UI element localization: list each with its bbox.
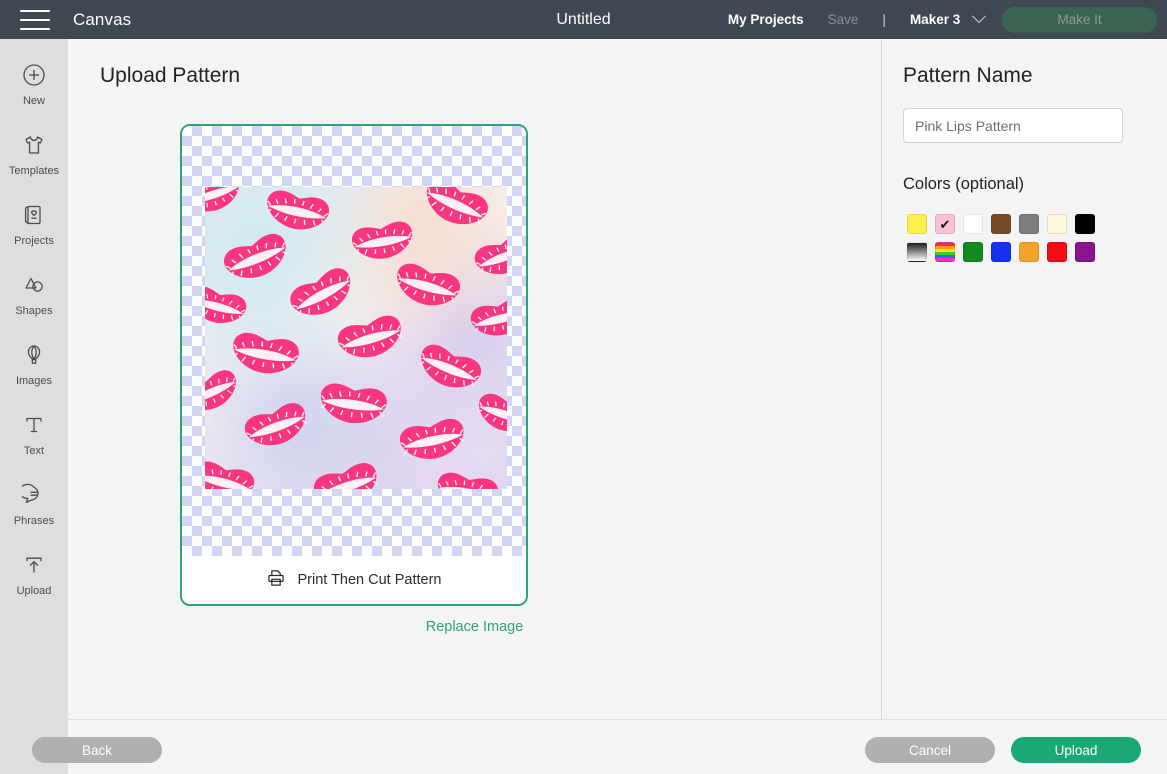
sidebar-item-upload[interactable]: Upload: [0, 539, 68, 609]
sidebar-item-label: New: [22, 95, 45, 107]
pattern-image: [205, 187, 507, 489]
swatch-cell: [959, 210, 987, 238]
color-swatch-white[interactable]: [963, 214, 983, 234]
color-swatch-black[interactable]: [1075, 214, 1095, 234]
right-panel: Pattern Name Colors (optional): [882, 39, 1167, 719]
swatch-cell: [1071, 238, 1099, 266]
replace-image-link[interactable]: Replace Image: [68, 619, 881, 635]
swatch-cell: [1015, 210, 1043, 238]
sidebar-item-label: Projects: [14, 235, 54, 247]
sidebar-item-projects[interactable]: Projects: [0, 189, 68, 259]
card-heart-icon: [22, 201, 46, 229]
machine-selector[interactable]: Maker 3: [909, 9, 987, 27]
text-t-icon: [22, 411, 46, 439]
swatch-cell: [1015, 238, 1043, 266]
tshirt-icon: [22, 131, 46, 159]
app-root: Canvas Untitled My Projects Save | Maker…: [0, 0, 1167, 774]
sidebar-item-label: Shapes: [15, 305, 53, 317]
top-header-bar: Canvas Untitled My Projects Save | Maker…: [0, 0, 1167, 39]
sidebar-item-label: Templates: [8, 165, 60, 177]
color-swatch-grid: [903, 210, 1103, 266]
color-swatch-yellow[interactable]: [907, 214, 927, 234]
color-swatch-pink[interactable]: [935, 214, 955, 234]
color-swatch-blue[interactable]: [991, 242, 1011, 262]
app-name-label: Canvas: [73, 9, 132, 29]
printer-icon: [266, 568, 286, 593]
sidebar-item-new[interactable]: New: [0, 49, 68, 119]
footer-bar: [68, 720, 1167, 774]
color-swatch-purple[interactable]: [1075, 242, 1095, 262]
left-sidebar: New Templates Projects Shapes Images Tex…: [0, 39, 68, 774]
colors-label: Colors (optional): [903, 175, 1025, 193]
cancel-button[interactable]: Cancel: [865, 737, 995, 763]
hamburger-icon[interactable]: [20, 9, 50, 30]
color-swatch-gray[interactable]: [1019, 214, 1039, 234]
color-swatch-orange[interactable]: [1019, 242, 1039, 262]
sidebar-item-images[interactable]: Images: [0, 329, 68, 399]
color-swatch-red[interactable]: [1047, 242, 1067, 262]
sidebar-item-label: Images: [15, 375, 53, 387]
sidebar-item-shapes[interactable]: Shapes: [0, 259, 68, 329]
hot-air-balloon-icon: [22, 341, 46, 369]
print-then-cut-label: Print Then Cut Pattern: [297, 572, 442, 588]
save-link[interactable]: Save: [828, 12, 859, 27]
swatch-cell: [903, 210, 931, 238]
swatch-cell: [931, 210, 959, 238]
page-title: Upload Pattern: [100, 64, 241, 87]
speech-bubble-icon: [22, 481, 46, 509]
swatch-cell: [987, 238, 1015, 266]
sidebar-item-templates[interactable]: Templates: [0, 119, 68, 189]
make-it-button[interactable]: Make It: [1002, 6, 1157, 33]
machine-label: Maker 3: [909, 12, 961, 27]
main-content: Upload Pattern Print Then Cut Pattern Re…: [68, 39, 881, 719]
swatch-cell: [987, 210, 1015, 238]
sidebar-item-label: Phrases: [13, 515, 55, 527]
swatch-cell: [959, 238, 987, 266]
sidebar-item-label: Upload: [16, 585, 52, 597]
color-swatch-gradient[interactable]: [907, 242, 927, 262]
swatch-cell: [1043, 238, 1071, 266]
pattern-preview-card[interactable]: Print Then Cut Pattern: [180, 124, 528, 606]
color-swatch-cream[interactable]: [1047, 214, 1067, 234]
print-then-cut-row[interactable]: Print Then Cut Pattern: [182, 556, 526, 604]
back-button[interactable]: Back: [32, 737, 162, 763]
swatch-cell: [931, 238, 959, 266]
color-swatch-brown[interactable]: [991, 214, 1011, 234]
swatch-cell: [1043, 210, 1071, 238]
pattern-name-input[interactable]: [903, 108, 1123, 143]
swatch-cell: [1071, 210, 1099, 238]
sidebar-item-phrases[interactable]: Phrases: [0, 469, 68, 539]
shapes-icon: [22, 271, 46, 299]
color-swatch-rainbow[interactable]: [935, 242, 955, 262]
pattern-name-label: Pattern Name: [903, 64, 1033, 87]
sidebar-item-text[interactable]: Text: [0, 399, 68, 469]
header-actions: My Projects Save | Maker 3 Make It: [728, 0, 1167, 39]
plus-circle-icon: [22, 61, 46, 89]
upload-arrow-icon: [22, 551, 46, 579]
upload-button[interactable]: Upload: [1011, 737, 1141, 763]
my-projects-link[interactable]: My Projects: [728, 12, 804, 27]
header-separator: |: [882, 12, 886, 27]
lips-pattern-svg: [205, 187, 507, 489]
sidebar-item-label: Text: [23, 445, 45, 457]
chevron-down-icon: [971, 9, 987, 24]
swatch-cell: [903, 238, 931, 266]
color-swatch-green[interactable]: [963, 242, 983, 262]
